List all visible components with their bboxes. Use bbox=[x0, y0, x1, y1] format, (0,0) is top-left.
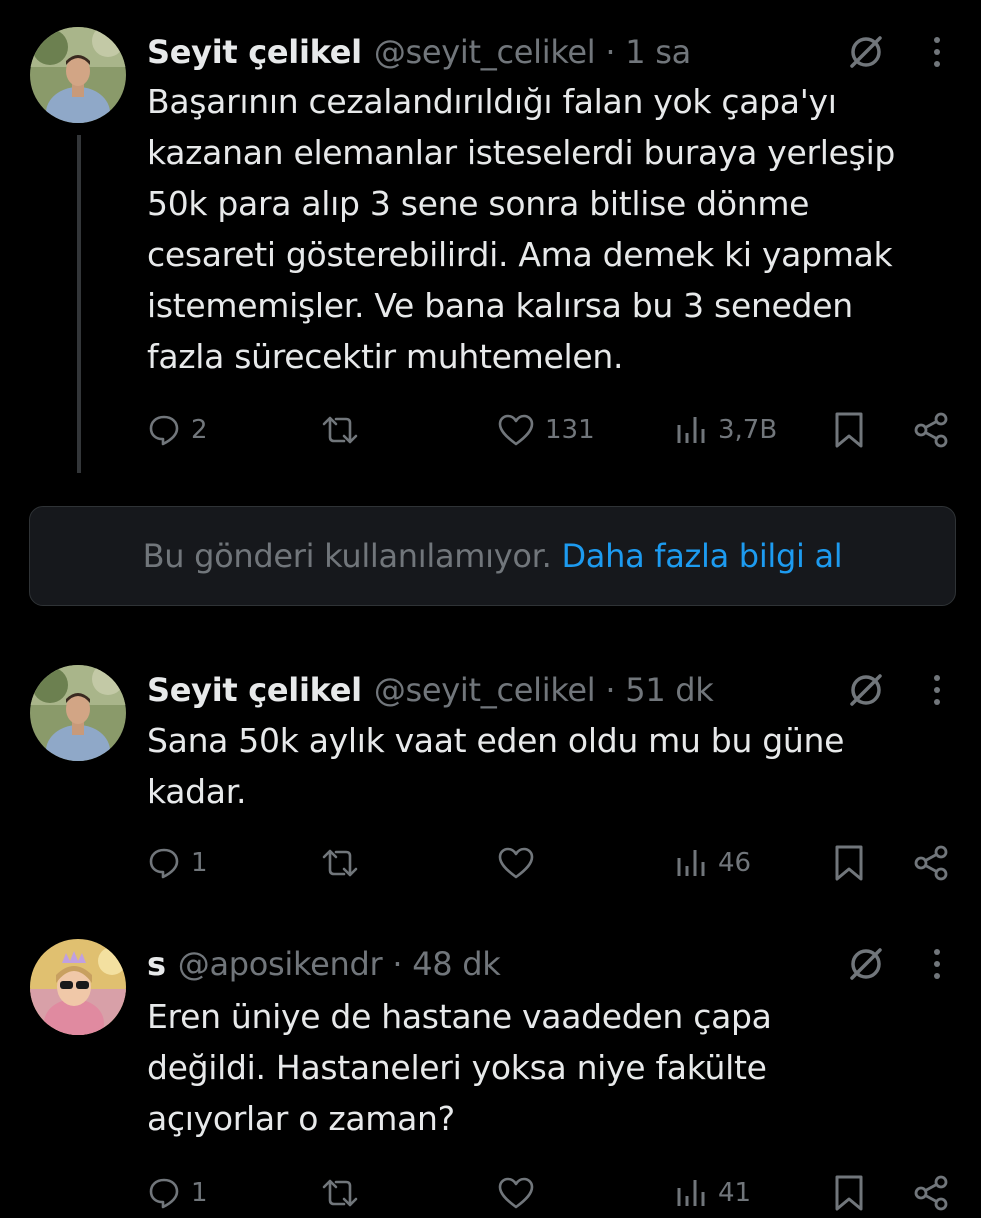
action-bar: 1 41 bbox=[0, 1168, 981, 1218]
like-icon bbox=[498, 414, 534, 446]
separator: · bbox=[605, 671, 616, 709]
separator: · bbox=[392, 945, 403, 983]
share-icon bbox=[914, 412, 948, 448]
user-handle[interactable]: @aposikendr bbox=[178, 945, 383, 983]
text-line: Eren üniye de hastane vaadeden çapa bbox=[147, 997, 772, 1036]
share-icon bbox=[914, 845, 948, 881]
share-icon bbox=[914, 1175, 948, 1211]
text-line: kazanan elemanlar isteselerdi buraya yer… bbox=[147, 133, 896, 172]
tweet-1[interactable]: Seyit çelikel @seyit_celikel · 1 sa Başa… bbox=[0, 0, 981, 490]
retweet-icon bbox=[322, 416, 358, 444]
unavailable-text: Bu gönderi kullanılamıyor. bbox=[142, 537, 552, 575]
text-line: cesareti gösterebilirdi. Ama demek ki ya… bbox=[147, 235, 893, 274]
action-bar: 1 46 bbox=[0, 838, 981, 888]
bookmark-icon bbox=[835, 1175, 863, 1211]
text-line: değildi. Hastaneleri yoksa niye fakülte bbox=[147, 1048, 767, 1087]
timestamp[interactable]: 48 dk bbox=[412, 945, 501, 983]
text-line: fazla sürecektir muhtemelen. bbox=[147, 337, 624, 376]
tweet-text: Eren üniye de hastane vaadeden çapa deği… bbox=[147, 991, 967, 1144]
bookmark-button[interactable] bbox=[832, 838, 866, 888]
user-handle[interactable]: @seyit_celikel bbox=[374, 671, 596, 709]
retweet-icon bbox=[322, 1179, 358, 1207]
avatar-image bbox=[30, 939, 126, 1035]
more-icon[interactable] bbox=[929, 32, 945, 72]
grok-icon[interactable] bbox=[846, 670, 886, 710]
like-button[interactable] bbox=[497, 838, 545, 888]
more-icon[interactable] bbox=[929, 944, 945, 984]
like-icon bbox=[498, 1177, 534, 1209]
retweet-button[interactable] bbox=[320, 838, 370, 888]
reply-button[interactable]: 1 bbox=[147, 838, 208, 888]
like-button[interactable] bbox=[497, 1168, 545, 1218]
learn-more-link[interactable]: Daha fazla bilgi al bbox=[561, 537, 842, 575]
bookmark-button[interactable] bbox=[832, 1168, 866, 1218]
more-icon[interactable] bbox=[929, 670, 945, 710]
reply-count: 1 bbox=[191, 848, 208, 878]
views-icon bbox=[677, 417, 705, 443]
action-bar: 2 131 3,7B bbox=[0, 405, 981, 455]
timestamp[interactable]: 51 dk bbox=[625, 671, 714, 709]
views-count: 41 bbox=[718, 1178, 752, 1208]
views-button[interactable]: 3,7B bbox=[674, 405, 777, 455]
like-count: 131 bbox=[545, 415, 595, 445]
tweet-text: Başarının cezalandırıldığı falan yok çap… bbox=[147, 76, 967, 382]
share-button[interactable] bbox=[912, 838, 950, 888]
tweet-text: Sana 50k aylık vaat eden oldu mu bu güne… bbox=[147, 715, 967, 817]
avatar[interactable] bbox=[30, 665, 126, 761]
text-line: Başarının cezalandırıldığı falan yok çap… bbox=[147, 82, 837, 121]
text-line: kadar. bbox=[147, 772, 247, 811]
avatar-image bbox=[30, 665, 126, 761]
display-name[interactable]: s bbox=[147, 945, 166, 983]
reply-icon bbox=[149, 415, 179, 446]
tweet-3[interactable]: s @aposikendr · 48 dk Eren üniye de hast… bbox=[0, 920, 981, 1211]
reply-button[interactable]: 1 bbox=[147, 1168, 208, 1218]
bookmark-icon bbox=[835, 845, 863, 881]
text-line: Sana 50k aylık vaat eden oldu mu bu güne bbox=[147, 721, 845, 760]
user-handle[interactable]: @seyit_celikel bbox=[374, 33, 596, 71]
display-name[interactable]: Seyit çelikel bbox=[147, 33, 362, 71]
reply-icon bbox=[149, 848, 179, 879]
grok-icon[interactable] bbox=[846, 32, 886, 72]
retweet-button[interactable] bbox=[320, 1168, 370, 1218]
tweet-header: Seyit çelikel @seyit_celikel · 51 dk bbox=[147, 668, 714, 712]
share-button[interactable] bbox=[912, 1168, 950, 1218]
reply-icon bbox=[149, 1178, 179, 1209]
text-line: 50k para alıp 3 sene sonra bitlise dönme bbox=[147, 184, 810, 223]
unavailable-post-notice: Bu gönderi kullanılamıyor. Daha fazla bi… bbox=[29, 506, 956, 606]
views-button[interactable]: 41 bbox=[674, 1168, 751, 1218]
views-icon bbox=[677, 850, 705, 876]
avatar-image bbox=[30, 27, 126, 123]
grok-icon[interactable] bbox=[846, 944, 886, 984]
like-icon bbox=[498, 847, 534, 879]
tweet-2[interactable]: Seyit çelikel @seyit_celikel · 51 dk San… bbox=[0, 640, 981, 900]
share-button[interactable] bbox=[912, 405, 950, 455]
tweet-header: Seyit çelikel @seyit_celikel · 1 sa bbox=[147, 30, 691, 74]
text-line: istememişler. Ve bana kalırsa bu 3 sened… bbox=[147, 286, 853, 325]
text-line: açıyorlar o zaman? bbox=[147, 1099, 455, 1138]
bookmark-icon bbox=[835, 412, 863, 448]
retweet-icon bbox=[322, 849, 358, 877]
reply-count: 2 bbox=[191, 415, 208, 445]
views-icon bbox=[677, 1180, 705, 1206]
like-button[interactable]: 131 bbox=[497, 405, 595, 455]
reply-button[interactable]: 2 bbox=[147, 405, 208, 455]
views-button[interactable]: 46 bbox=[674, 838, 751, 888]
avatar[interactable] bbox=[30, 27, 126, 123]
bookmark-button[interactable] bbox=[832, 405, 866, 455]
timestamp[interactable]: 1 sa bbox=[625, 33, 691, 71]
views-count: 46 bbox=[718, 848, 752, 878]
avatar[interactable] bbox=[30, 939, 126, 1035]
reply-count: 1 bbox=[191, 1178, 208, 1208]
separator: · bbox=[605, 33, 616, 71]
views-count: 3,7B bbox=[718, 415, 778, 445]
retweet-button[interactable] bbox=[320, 405, 370, 455]
display-name[interactable]: Seyit çelikel bbox=[147, 671, 362, 709]
tweet-header: s @aposikendr · 48 dk bbox=[147, 942, 501, 986]
